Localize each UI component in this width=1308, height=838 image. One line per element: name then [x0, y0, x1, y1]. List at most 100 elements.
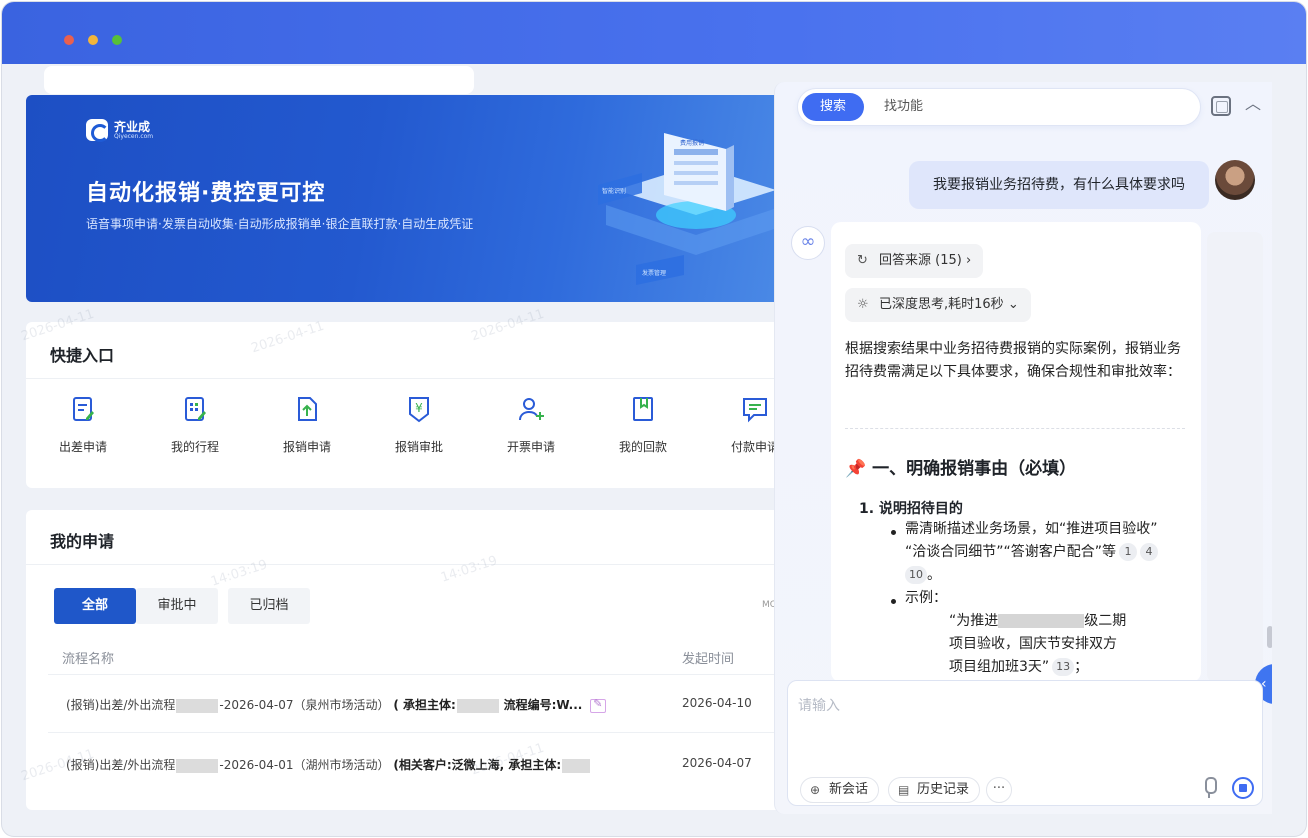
my-applications-card: 我的申请 全部 审批中 已归档 MC 流程名称 发起时间 (报销)出差/外出流程… — [26, 510, 786, 810]
upload-doc-icon — [298, 397, 317, 421]
citation-badge[interactable]: 13 — [1052, 658, 1075, 676]
user-message: 我要报销业务招待费，有什么具体要求吗 — [909, 161, 1209, 209]
logo-mark-icon — [86, 119, 109, 142]
illus-label-2: 智能识别 — [602, 187, 626, 195]
brand-name: 齐业成 — [114, 119, 151, 134]
scrollbar[interactable] — [1267, 626, 1272, 648]
yen-shield-icon: ¥ — [409, 397, 429, 423]
quick-item-label: 出差申请 — [58, 440, 107, 454]
edit-icon[interactable] — [590, 697, 607, 713]
more-options-button[interactable]: ··· — [986, 777, 1012, 803]
row-bold-a: ( 承担主体: — [393, 698, 456, 712]
example-end: ； — [1074, 659, 1089, 675]
quick-item-expense-apply[interactable]: 报销申请 — [262, 394, 352, 455]
tab-all[interactable]: 全部 — [54, 588, 136, 624]
row-date: 2026-04-07 — [682, 756, 752, 770]
bookmark-icon — [633, 397, 653, 421]
bullet-1-line-3: 10。 — [905, 564, 941, 587]
close-window-button[interactable] — [64, 35, 74, 45]
isometric-illustration: 费用报销 智能识别 发票管理 — [598, 133, 786, 285]
chevron-up-icon[interactable]: ︿ — [1243, 94, 1263, 114]
chevron-down-icon: ⌄ — [1007, 297, 1019, 312]
pin-icon: 📌 — [845, 459, 867, 479]
quick-item-expense-approve[interactable]: ¥ 报销审批 — [374, 394, 464, 455]
redacted-mask — [176, 758, 219, 773]
address-bar[interactable] — [44, 66, 474, 94]
row-date: 2026-04-10 — [682, 696, 752, 710]
row-name-a: (报销)出差/外出流程 — [66, 758, 176, 772]
table-row[interactable]: (报销)出差/外出流程 -2026-04-01（湖州市场活动） (相关客户:泛微上… — [66, 756, 591, 773]
promo-banner: 齐业成 Qiyecen.com 自动化报销·费控更可控 语音事项申请·发票自动收… — [26, 95, 786, 302]
example-line-2: 项目验收，国庆节安排双方 — [949, 636, 1117, 652]
add-user-icon — [519, 398, 544, 421]
history-icon: ▤ — [898, 783, 910, 797]
ai-assistant-panel: 搜索 找功能 ︿ 我要报销业务招待费，有什么具体要求吗 ↻ 回答来源 (15) … — [774, 82, 1272, 814]
illus-label-3: 发票管理 — [642, 269, 666, 277]
quick-access-card: 快捷入口 出差申请 我的行程 报销申请 ¥ 报销审批 开票申请 我的回款 付款申… — [26, 322, 786, 488]
microphone-icon[interactable] — [1202, 777, 1217, 799]
redacted-mask — [998, 614, 1085, 628]
brand-sub: Qiyecen.com — [114, 132, 154, 140]
tab-archived[interactable]: 已归档 — [228, 588, 310, 624]
quick-item-label: 开票申请 — [506, 440, 555, 454]
quick-item-invoice-apply[interactable]: 开票申请 — [486, 394, 576, 455]
bullet-1-end: 。 — [927, 567, 941, 583]
banner-title: 自动化报销·费控更可控 — [86, 181, 326, 206]
illus-label-1: 费用报销 — [680, 139, 704, 147]
citation-badge[interactable]: 1 — [1119, 543, 1138, 561]
row-bold-a: (相关客户:泛微上海, 承担主体: — [393, 758, 562, 772]
stop-icon[interactable] — [1232, 777, 1254, 799]
row-name-a: (报销)出差/外出流程 — [66, 698, 176, 712]
answer-intro: 根据搜索结果中业务招待费报销的实际案例，报销业务招待费需满足以下具体要求，确保合… — [845, 341, 1181, 380]
fullscreen-icon[interactable] — [1211, 96, 1231, 116]
redacted-mask — [456, 698, 499, 713]
redacted-mask — [562, 758, 591, 773]
edit-doc-icon — [73, 397, 94, 421]
chat-input-placeholder[interactable]: 请输入 — [798, 695, 840, 715]
assistant-avatar-icon — [791, 226, 825, 260]
bullet-1-line-1: 需清晰描述业务场景，如“推进项目验收” — [905, 521, 1158, 537]
quick-item-receivables[interactable]: 我的回款 — [598, 394, 688, 455]
maximize-window-button[interactable] — [112, 35, 122, 45]
bullet — [891, 530, 896, 535]
divider — [845, 428, 1185, 429]
tab-in-approval[interactable]: 审批中 — [136, 588, 218, 624]
tab-search[interactable]: 搜索 — [802, 93, 864, 121]
example-text-a: “为推进 — [949, 613, 999, 629]
example-line-1: “为推进 级二期 — [949, 610, 1126, 633]
table-row[interactable]: (报销)出差/外出流程 -2026-04-07（泉州市场活动） ( 承担主体: 流… — [66, 696, 607, 713]
row-bold-b: 流程编号:W... — [503, 698, 583, 712]
new-chat-button[interactable]: ⊕ 新会话 — [800, 777, 880, 803]
bullet — [891, 599, 896, 604]
sources-button[interactable]: ↻ 回答来源 (15) › — [845, 244, 984, 278]
user-avatar — [1215, 160, 1255, 200]
bullet-1-line-2: “洽谈合同细节”“答谢客户配合”等 1 4 — [905, 541, 1159, 564]
grid-doc-icon — [185, 397, 206, 421]
divider — [26, 378, 786, 379]
history-button[interactable]: ▤ 历史记录 — [888, 777, 981, 803]
thinking-toggle[interactable]: ☼ 已深度思考,耗时16秒 ⌄ — [845, 288, 1031, 322]
new-chat-label: 新会话 — [829, 782, 869, 797]
quick-item-label: 我的行程 — [170, 440, 219, 454]
brand-logo: 齐业成 Qiyecen.com — [86, 119, 154, 142]
quick-access-title: 快捷入口 — [50, 346, 115, 365]
new-chat-icon: ⊕ — [810, 783, 821, 797]
citation-badge[interactable]: 4 — [1140, 543, 1159, 561]
minimize-window-button[interactable] — [88, 35, 98, 45]
thinking-label: 已深度思考,耗时16秒 — [879, 297, 1004, 312]
history-label: 历史记录 — [917, 782, 970, 797]
quick-item-itinerary[interactable]: 我的行程 — [150, 394, 240, 455]
svg-text:¥: ¥ — [415, 401, 423, 415]
citation-badge[interactable]: 10 — [905, 566, 927, 584]
mode-switch: 搜索 找功能 — [797, 88, 1201, 126]
quick-item-business-trip[interactable]: 出差申请 — [38, 394, 128, 455]
side-strip — [1207, 232, 1263, 682]
message-composer[interactable]: 请输入 ⊕ 新会话 ▤ 历史记录 ··· — [787, 680, 1263, 806]
my-applications-title: 我的申请 — [50, 532, 115, 551]
divider — [26, 564, 786, 565]
example-text-c: 项目组加班3天” — [949, 659, 1050, 675]
column-header-name: 流程名称 — [62, 652, 115, 667]
title-bar — [2, 2, 1306, 64]
tab-find-function[interactable]: 找功能 — [884, 93, 923, 121]
chevron-right-icon: › — [965, 253, 972, 268]
